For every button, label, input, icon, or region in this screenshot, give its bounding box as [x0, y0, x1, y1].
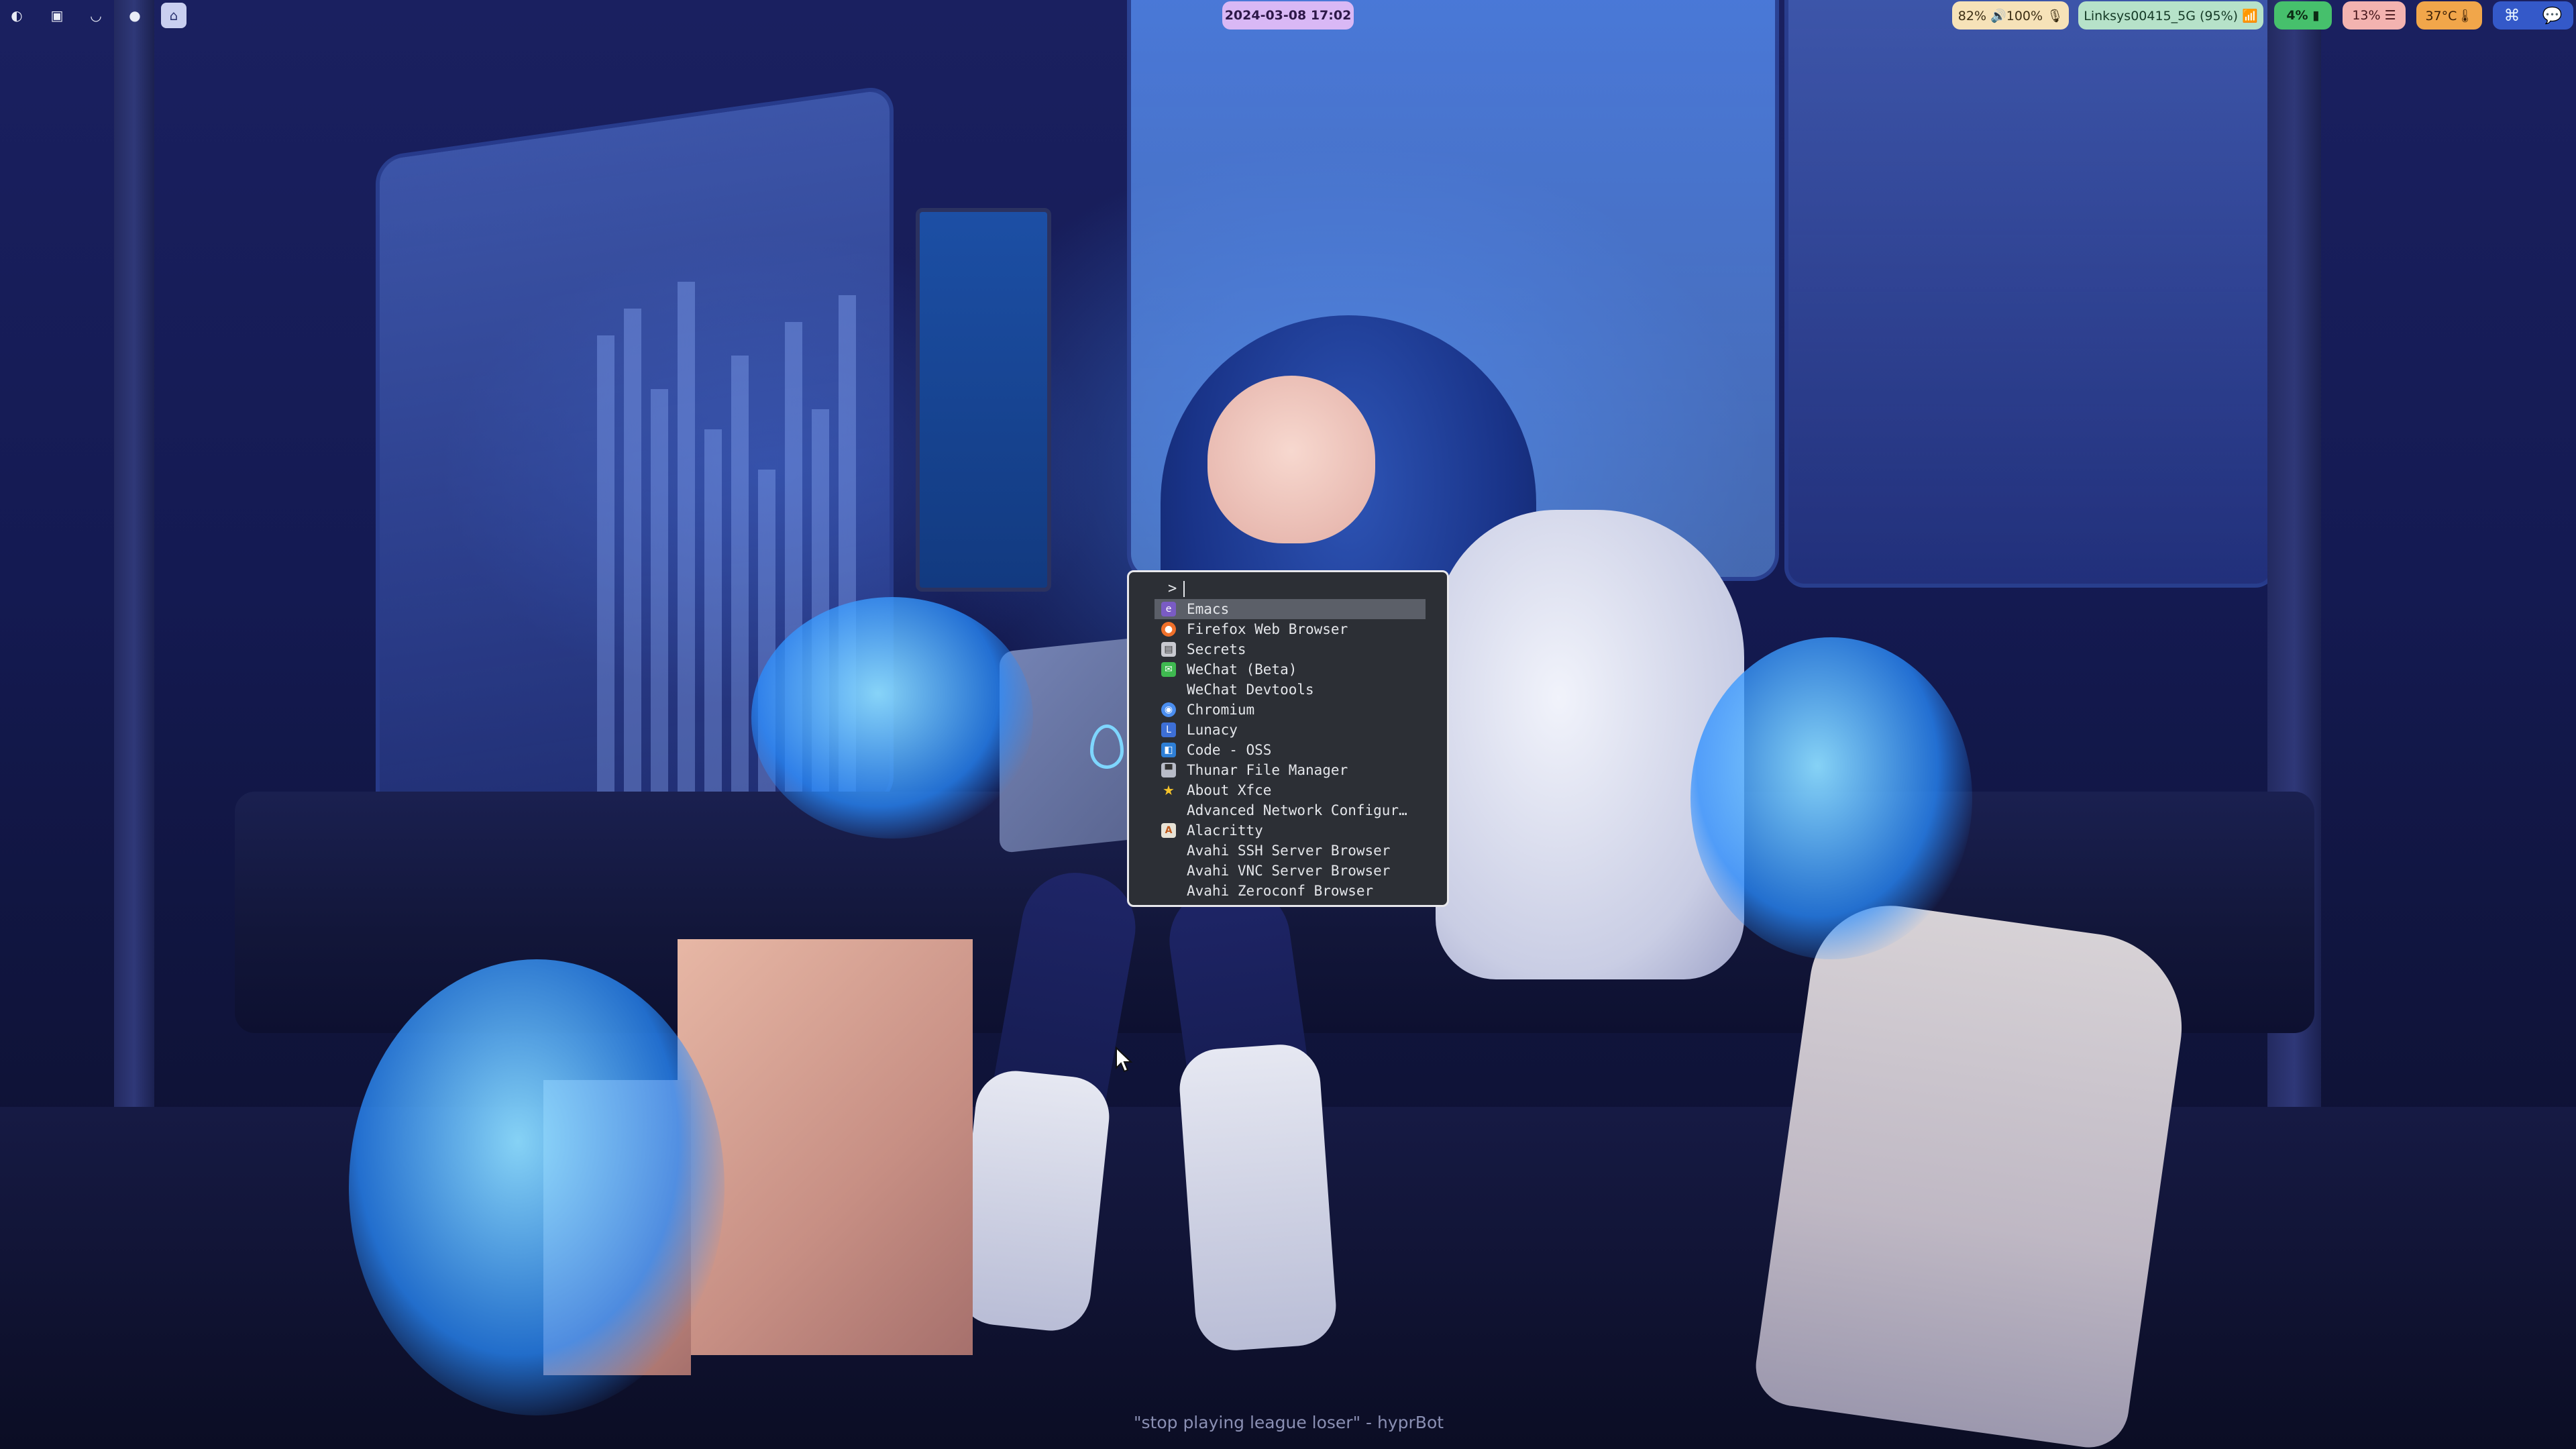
launcher-item-label: Chromium	[1187, 702, 1255, 718]
workspace-2-terminal-icon[interactable]: ▣	[44, 3, 70, 28]
blank-icon	[1161, 863, 1176, 878]
wallpaper-girl-sock-left	[953, 1067, 1114, 1335]
launcher-item-label: Secrets	[1187, 641, 1246, 657]
network-status[interactable]: Linksys00415_5G (95%) 📶	[2078, 1, 2263, 30]
blank-icon	[1161, 843, 1176, 858]
launcher-item-about-xfce[interactable]: ★ About Xfce	[1155, 780, 1426, 800]
blender-icon[interactable]: ⌘	[2504, 6, 2520, 25]
temperature[interactable]: 37°C🌡	[2416, 1, 2482, 30]
launcher-results: e Emacs ● Firefox Web Browser ▤ Secrets …	[1155, 599, 1426, 901]
wallpaper-poster	[916, 208, 1051, 592]
launcher-item-label: Emacs	[1187, 601, 1230, 617]
wallpaper-quote: "stop playing league loser" - hyprBot	[1134, 1413, 1444, 1432]
memory-usage[interactable]: 13% ☰	[2343, 1, 2406, 30]
launcher-item-firefox[interactable]: ● Firefox Web Browser	[1155, 619, 1426, 639]
launcher-item-label: Avahi VNC Server Browser	[1187, 863, 1391, 879]
xfce-star-icon: ★	[1163, 782, 1175, 798]
workspace-1-emacs-icon[interactable]: ◐	[4, 3, 30, 28]
launcher-item-avahi-ssh[interactable]: Avahi SSH Server Browser	[1155, 841, 1426, 861]
wallpaper-glowing-cat-bottom	[349, 959, 724, 1415]
launcher-item-label: Firefox Web Browser	[1187, 621, 1348, 637]
wallpaper-girl-sock-right	[1177, 1042, 1339, 1353]
mouse-pointer-icon	[1116, 1046, 1133, 1073]
launcher-item-label: Avahi Zeroconf Browser	[1187, 883, 1374, 899]
system-tray: ⌘ 💬	[2493, 1, 2573, 30]
launcher-item-chromium[interactable]: ◉ Chromium	[1155, 700, 1426, 720]
wechat-icon: ✉	[1161, 662, 1176, 677]
launcher-item-label: Avahi SSH Server Browser	[1187, 843, 1391, 859]
wallpaper-glowing-cat-left	[751, 597, 1033, 839]
app-launcher: > e Emacs ● Firefox Web Browser ▤ Secret…	[1127, 570, 1449, 907]
wallpaper-shopping-bag	[678, 939, 973, 1355]
wallpaper-backpack	[1750, 895, 2194, 1449]
clock[interactable]: 2024-03-08 17:02	[1222, 1, 1354, 30]
launcher-item-label: Thunar File Manager	[1187, 762, 1348, 778]
launcher-item-label: Advanced Network Configur…	[1187, 802, 1407, 818]
workspace-5-home-icon[interactable]: ⌂	[161, 3, 186, 28]
launcher-item-alacritty[interactable]: A Alacritty	[1155, 820, 1426, 841]
blank-icon	[1161, 803, 1176, 818]
launcher-item-label: Code - OSS	[1187, 742, 1272, 758]
lunacy-icon: L	[1161, 722, 1176, 737]
wallpaper-train-window-right	[1784, 0, 2275, 588]
launcher-item-avahi-zeroconf[interactable]: Avahi Zeroconf Browser	[1155, 881, 1426, 901]
emacs-icon: e	[1161, 602, 1176, 616]
top-bar: ◐ ▣ ◡ ● ⌂ 2024-03-08 17:02 82% 🔊100% 🎙 L…	[0, 0, 2576, 31]
wechat-icon[interactable]: 💬	[2542, 6, 2563, 25]
thunar-icon: ▀	[1161, 763, 1176, 777]
launcher-item-secrets[interactable]: ▤ Secrets	[1155, 639, 1426, 659]
launcher-item-wechat[interactable]: ✉ WeChat (Beta)	[1155, 659, 1426, 680]
launcher-item-network-config[interactable]: Advanced Network Configur…	[1155, 800, 1426, 820]
prompt-symbol: >	[1168, 580, 1177, 597]
audio-status[interactable]: 82% 🔊100% 🎙	[1952, 1, 2069, 30]
launcher-item-label: Lunacy	[1187, 722, 1238, 738]
alacritty-icon: A	[1161, 823, 1176, 838]
wallpaper-girl-face	[1208, 376, 1375, 543]
chromium-icon: ◉	[1161, 702, 1176, 717]
firefox-icon: ●	[1161, 622, 1176, 637]
launcher-item-avahi-vnc[interactable]: Avahi VNC Server Browser	[1155, 861, 1426, 881]
launcher-item-label: Alacritty	[1187, 822, 1263, 839]
wallpaper-glowing-cat-right	[1690, 637, 1972, 959]
launcher-item-emacs[interactable]: e Emacs	[1155, 599, 1426, 619]
launcher-item-lunacy[interactable]: L Lunacy	[1155, 720, 1426, 740]
workspace-3-browser-icon[interactable]: ◡	[83, 3, 109, 28]
launcher-item-label: About Xfce	[1187, 782, 1272, 798]
code-oss-icon: ◧	[1161, 743, 1176, 757]
blank-icon	[1161, 682, 1176, 697]
blank-icon	[1161, 883, 1176, 898]
launcher-item-code-oss[interactable]: ◧ Code - OSS	[1155, 740, 1426, 760]
launcher-item-label: WeChat Devtools	[1187, 682, 1314, 698]
launcher-item-wechat-devtools[interactable]: WeChat Devtools	[1155, 680, 1426, 700]
text-cursor	[1183, 580, 1185, 597]
launcher-item-label: WeChat (Beta)	[1187, 661, 1297, 678]
workspace-4-chat-icon[interactable]: ●	[122, 3, 148, 28]
secrets-icon: ▤	[1161, 642, 1176, 657]
launcher-prompt[interactable]: >	[1168, 580, 1185, 597]
cpu-usage[interactable]: 4% ▮	[2274, 1, 2332, 30]
launcher-item-thunar[interactable]: ▀ Thunar File Manager	[1155, 760, 1426, 780]
